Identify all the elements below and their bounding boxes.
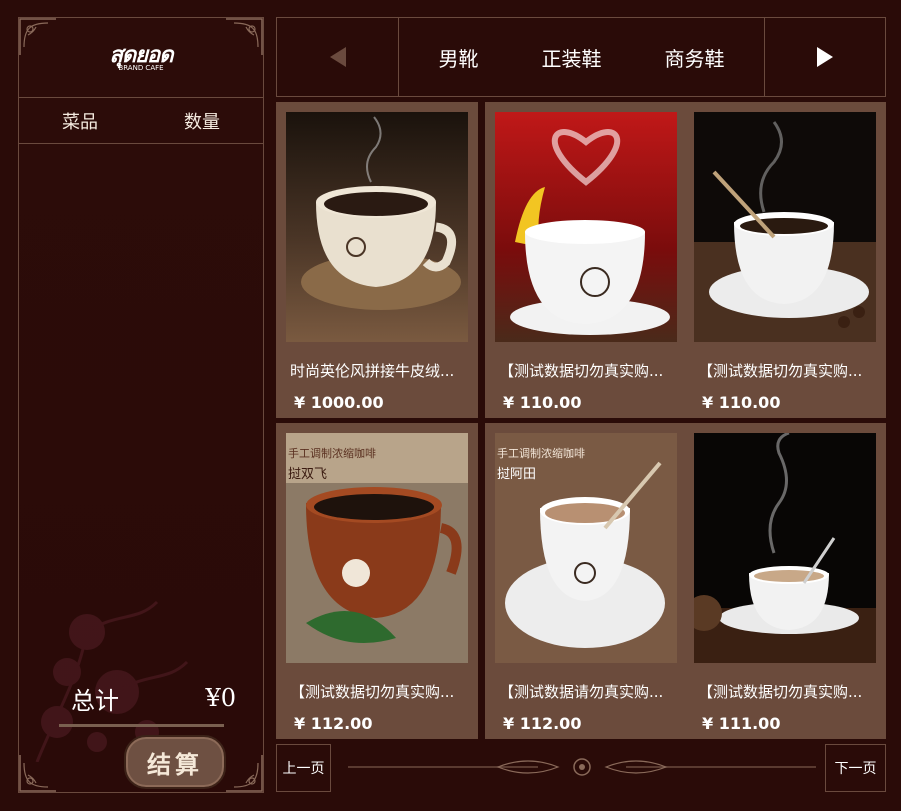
product-image <box>495 112 677 342</box>
image-caption-line1: 手工调制浓缩咖啡 <box>497 447 585 460</box>
product-name: 【测试数据请勿真实购... <box>499 683 664 701</box>
category-nav: 男靴 正装鞋 商务鞋 <box>276 17 886 97</box>
product-card[interactable]: 手工调制浓缩咖啡 挝阿田 【测试数据请勿真实购... ¥ 112.00 <box>485 423 687 739</box>
nav-prev-button[interactable] <box>277 18 399 96</box>
product-image: 手工调制浓缩咖啡 挝双飞 <box>286 433 468 663</box>
category-tab[interactable]: 商务鞋 <box>665 43 725 72</box>
category-tab[interactable]: 男靴 <box>439 43 479 72</box>
product-name: 【测试数据切勿真实购... <box>499 362 664 380</box>
product-image: 手工调制浓缩咖啡 挝阿田 <box>495 433 677 663</box>
brand-logo: สุดยอด BRAND CAFE <box>19 18 263 98</box>
floral-decoration-icon <box>35 600 189 762</box>
product-card[interactable]: 手工调制浓缩咖啡 挝双飞 【测试数据切勿真实购... ¥ 112.00 <box>276 423 478 739</box>
product-grid: 时尚英伦风拼接牛皮绒... ¥ 1000.00 【测试数据切勿真实购... ¥ … <box>276 102 886 739</box>
column-item-label: 菜品 <box>62 111 98 133</box>
product-name: 时尚英伦风拼接牛皮绒... <box>290 362 455 380</box>
total-label: 总计 <box>71 686 119 715</box>
product-price: ¥ 1000.00 <box>294 393 384 412</box>
product-card[interactable]: 【测试数据切勿真实购... ¥ 110.00 <box>485 102 687 418</box>
product-image <box>694 112 876 342</box>
product-card[interactable]: 【测试数据切勿真实购... ¥ 111.00 <box>684 423 886 739</box>
total-value: ¥0 <box>205 684 236 712</box>
product-price: ¥ 110.00 <box>702 393 781 412</box>
cart-panel: สุดยอด BRAND CAFE 菜品 数量 总计 ¥0 结算 <box>18 17 264 793</box>
product-price: ¥ 112.00 <box>294 714 373 733</box>
product-card[interactable]: 【测试数据切勿真实购... ¥ 110.00 <box>684 102 886 418</box>
product-image <box>694 433 876 663</box>
image-caption-line1: 手工调制浓缩咖啡 <box>288 447 376 460</box>
product-price: ¥ 112.00 <box>503 714 582 733</box>
logo-subtext: BRAND CAFE <box>118 63 164 72</box>
product-name: 【测试数据切勿真实购... <box>698 362 863 380</box>
product-price: ¥ 111.00 <box>702 714 781 733</box>
triangle-left-icon <box>329 47 346 67</box>
product-image <box>286 112 468 342</box>
product-price: ¥ 110.00 <box>503 393 582 412</box>
product-name: 【测试数据切勿真实购... <box>290 683 455 701</box>
corner-ornament-icon <box>226 755 263 792</box>
nav-next-button[interactable] <box>764 18 885 96</box>
image-caption-line2: 挝阿田 <box>497 467 537 482</box>
product-name: 【测试数据切勿真实购... <box>698 683 863 701</box>
column-quantity-label: 数量 <box>184 111 220 133</box>
cart-column-header: 菜品 数量 <box>19 98 263 144</box>
prev-page-button[interactable]: 上一页 <box>276 744 331 792</box>
product-card[interactable]: 时尚英伦风拼接牛皮绒... ¥ 1000.00 <box>276 102 478 418</box>
cart-total: 总计 ¥0 <box>71 678 236 718</box>
logo-text: สุดยอด <box>109 41 173 68</box>
checkout-button[interactable]: 结算 <box>124 735 226 789</box>
image-caption-line2: 挝双飞 <box>288 467 328 482</box>
category-list: 男靴 正装鞋 商务鞋 <box>399 18 764 96</box>
triangle-right-icon <box>817 47 833 67</box>
total-divider <box>59 724 224 727</box>
category-tab[interactable]: 正装鞋 <box>542 43 602 72</box>
pager-ornament-icon <box>348 758 816 776</box>
next-page-button[interactable]: 下一页 <box>825 744 886 792</box>
